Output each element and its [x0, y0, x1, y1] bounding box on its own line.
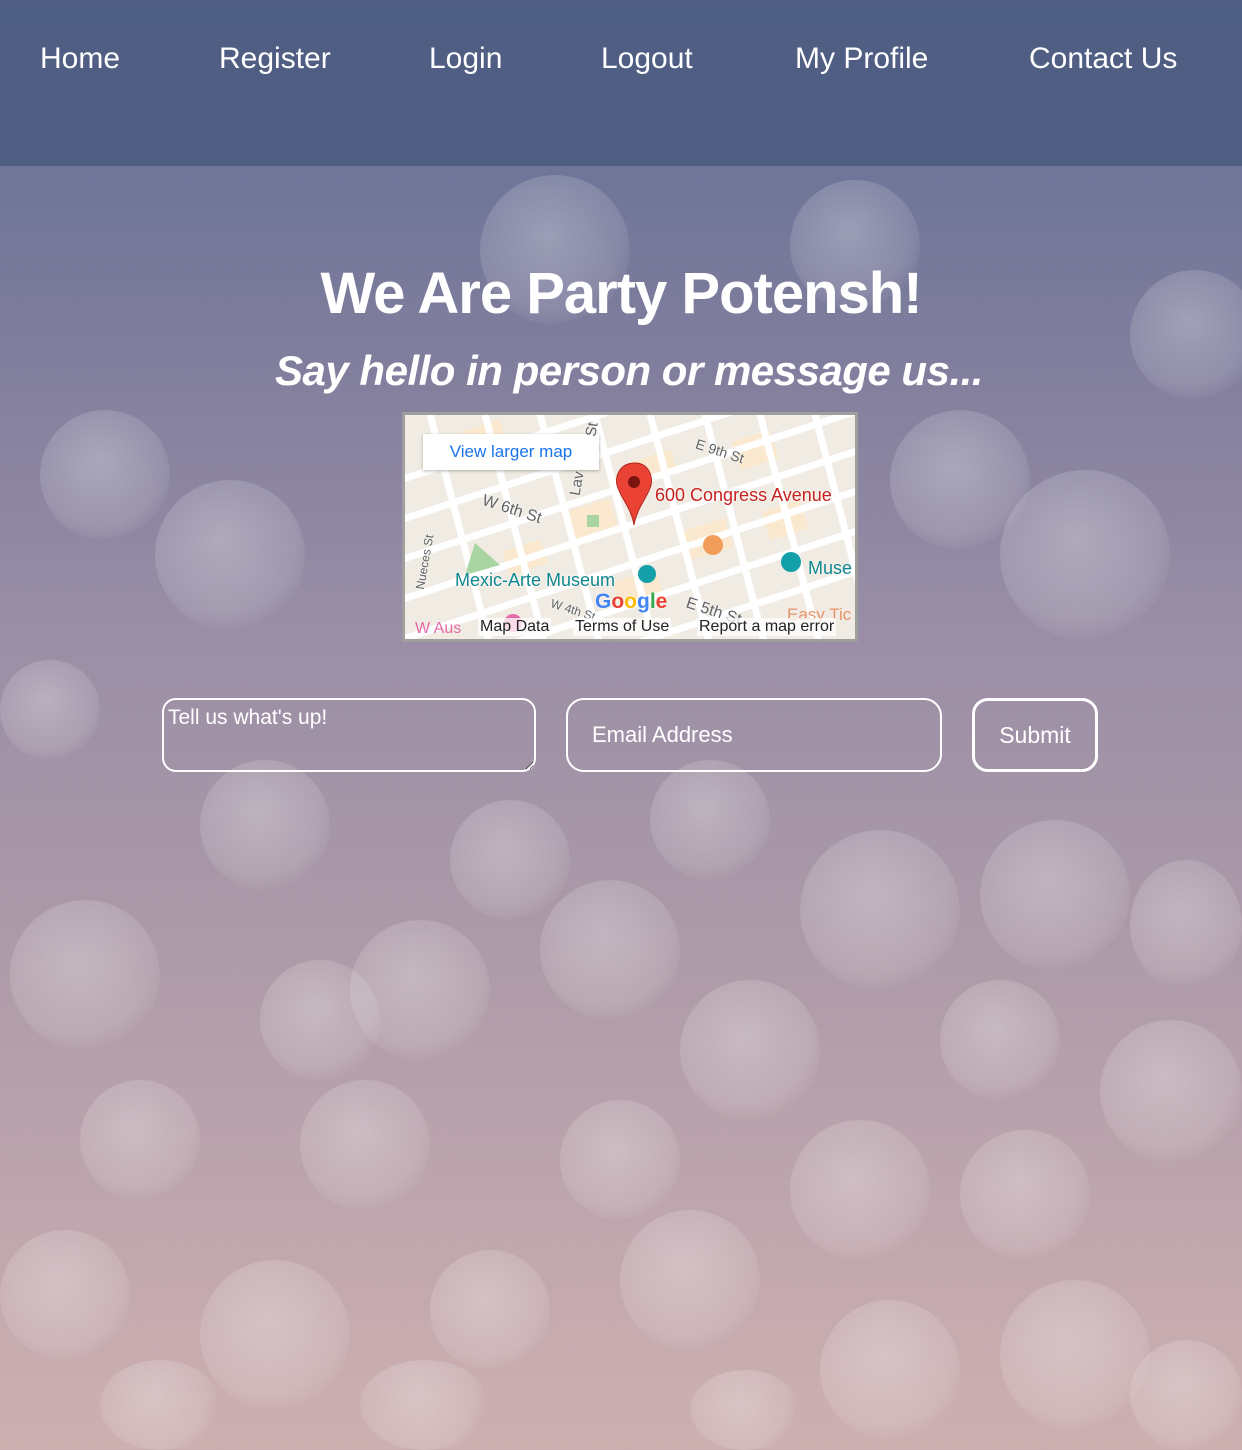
nav-contact-us-link[interactable]: Contact Us — [1029, 42, 1177, 76]
page-title: We Are Party Potensh! — [320, 261, 922, 326]
nav-login-link[interactable]: Login — [429, 42, 502, 76]
map-footer: Map Data Terms of Use Report a map error — [405, 617, 855, 639]
map-museum2-label: Muse — [808, 558, 853, 578]
street-label-st: St — [582, 421, 602, 438]
message-textarea[interactable] — [162, 698, 536, 772]
nav-register-link[interactable]: Register — [219, 42, 331, 76]
google-logo: Google — [595, 590, 668, 613]
nav-my-profile-link[interactable]: My Profile — [795, 42, 928, 76]
nav-home-link[interactable]: Home — [40, 42, 120, 76]
terms-of-use-link[interactable]: Terms of Use — [573, 618, 672, 636]
top-nav: Home Register Login Logout My Profile Co… — [0, 0, 1242, 166]
map-data-link[interactable]: Map Data — [478, 618, 552, 636]
report-map-error-link[interactable]: Report a map error — [697, 618, 837, 636]
view-larger-map-link[interactable]: View larger map — [423, 434, 599, 470]
embedded-map[interactable]: View larger map 600 Congress Avenue Mexi… — [402, 412, 858, 642]
map-museum-label: Mexic-Arte Museum — [455, 570, 616, 590]
nav-logout-link[interactable]: Logout — [601, 42, 693, 76]
email-input[interactable] — [566, 698, 942, 772]
submit-button[interactable]: Submit — [972, 698, 1098, 772]
map-address-label: 600 Congress Avenue — [655, 485, 832, 505]
page-subtitle: Say hello in person or message us... — [275, 347, 983, 394]
